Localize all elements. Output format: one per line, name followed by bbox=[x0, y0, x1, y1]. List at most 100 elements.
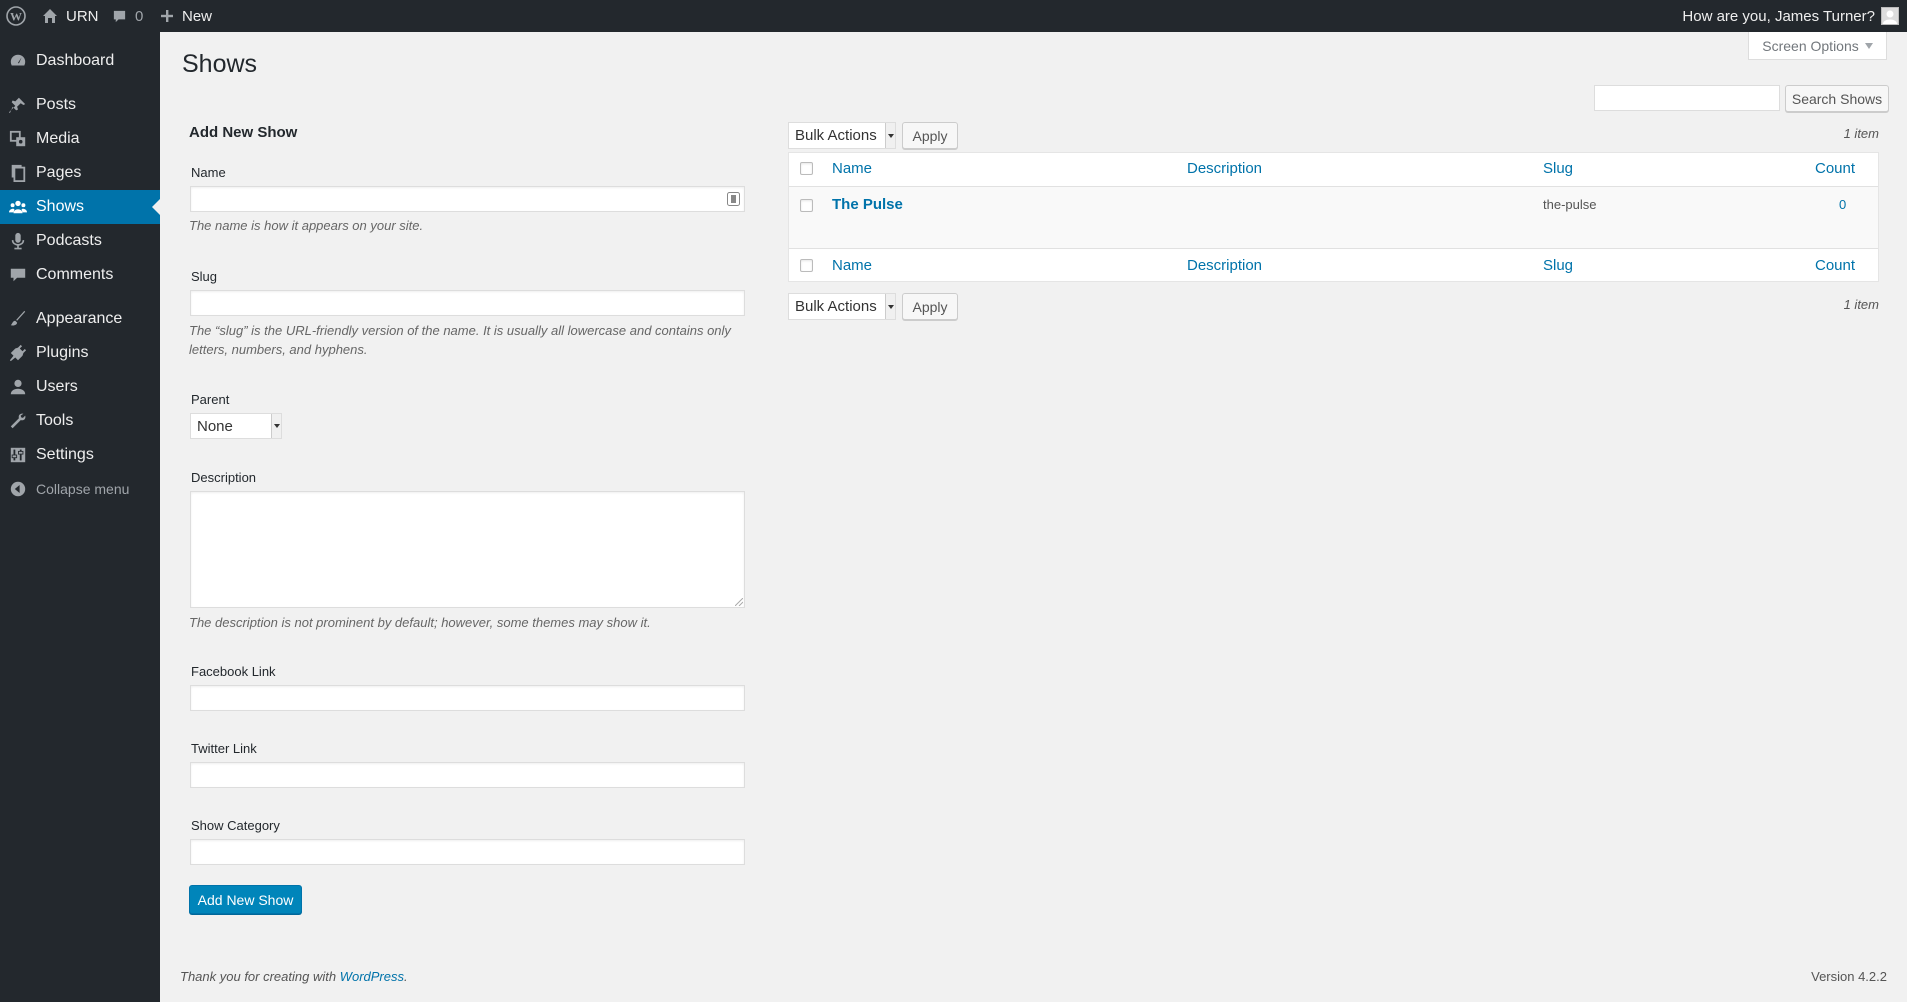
menu-item-tools[interactable]: Tools bbox=[0, 404, 160, 438]
menu-label: Shows bbox=[36, 198, 85, 215]
select-all-checkbox[interactable] bbox=[800, 162, 813, 175]
menu-label: Settings bbox=[36, 446, 94, 463]
table-header: Name Description Slug Count bbox=[789, 153, 1878, 187]
form-title: Add New Show bbox=[189, 124, 298, 141]
settings-icon bbox=[0, 446, 36, 464]
admin-menu: Dashboard Posts Media Pages Shows Podcas… bbox=[0, 32, 160, 1002]
comment-bubble-icon bbox=[112, 9, 127, 24]
bulk-actions-value: Bulk Actions bbox=[795, 298, 877, 315]
bulk-actions-select-bottom[interactable]: Bulk Actions bbox=[788, 293, 896, 320]
column-footer-name[interactable]: Name bbox=[832, 257, 872, 274]
menu-item-dashboard[interactable]: Dashboard bbox=[0, 44, 160, 78]
footer-thanks-suffix: . bbox=[404, 969, 408, 984]
pages-icon bbox=[0, 164, 36, 182]
name-input[interactable] bbox=[190, 186, 745, 212]
menu-label: Users bbox=[36, 378, 78, 395]
select-all-checkbox-bottom[interactable] bbox=[800, 259, 813, 272]
collapse-label: Collapse menu bbox=[36, 481, 130, 497]
show-category-input[interactable] bbox=[190, 839, 745, 865]
column-header-name[interactable]: Name bbox=[832, 160, 872, 177]
menu-label: Pages bbox=[36, 164, 82, 181]
plus-icon bbox=[160, 9, 174, 23]
brush-icon bbox=[0, 310, 36, 328]
menu-item-settings[interactable]: Settings bbox=[0, 438, 160, 472]
show-count-link[interactable]: 0 bbox=[1839, 197, 1846, 212]
menu-label: Dashboard bbox=[36, 52, 115, 69]
column-footer-description[interactable]: Description bbox=[1187, 257, 1262, 274]
footer-thanks-prefix: Thank you for creating with bbox=[180, 969, 340, 984]
twitter-link-input[interactable] bbox=[190, 762, 745, 788]
menu-item-plugins[interactable]: Plugins bbox=[0, 336, 160, 370]
user-icon bbox=[0, 378, 36, 396]
footer-thanks: Thank you for creating with WordPress. bbox=[180, 969, 408, 984]
menu-item-pages[interactable]: Pages bbox=[0, 156, 160, 190]
plugin-icon bbox=[0, 344, 36, 362]
account-greeting: How are you, James Turner? bbox=[1682, 7, 1875, 25]
my-account-link[interactable]: How are you, James Turner? bbox=[1682, 0, 1899, 32]
column-header-slug[interactable]: Slug bbox=[1543, 160, 1573, 177]
slug-label: Slug bbox=[191, 269, 218, 284]
screen-options-label: Screen Options bbox=[1762, 37, 1859, 54]
collapse-arrow-icon bbox=[0, 481, 36, 497]
table-footer: Name Description Slug Count bbox=[789, 248, 1878, 282]
slug-input[interactable] bbox=[190, 290, 745, 316]
bulk-actions-select-top[interactable]: Bulk Actions bbox=[788, 122, 896, 149]
microphone-icon bbox=[0, 232, 36, 250]
collapse-menu-button[interactable]: Collapse menu bbox=[0, 472, 160, 506]
new-label: New bbox=[182, 7, 213, 25]
column-footer-slug[interactable]: Slug bbox=[1543, 257, 1573, 274]
menu-item-posts[interactable]: Posts bbox=[0, 88, 160, 122]
slug-help-text: The “slug” is the URL-friendly version o… bbox=[189, 323, 731, 357]
menu-item-appearance[interactable]: Appearance bbox=[0, 302, 160, 336]
wordpress-logo-icon[interactable]: W bbox=[6, 0, 30, 32]
menu-item-users[interactable]: Users bbox=[0, 370, 160, 404]
add-new-show-button[interactable]: Add New Show bbox=[189, 885, 302, 914]
column-footer-count[interactable]: Count bbox=[1815, 257, 1855, 274]
parent-label: Parent bbox=[191, 392, 230, 407]
show-slug: the-pulse bbox=[1543, 197, 1597, 212]
menu-item-comments[interactable]: Comments bbox=[0, 258, 160, 292]
show-name-link[interactable]: The Pulse bbox=[832, 196, 903, 213]
select-arrow-icon bbox=[885, 294, 895, 319]
select-arrow-icon bbox=[271, 414, 281, 438]
site-name: URN bbox=[66, 7, 99, 25]
apply-button-top[interactable]: Apply bbox=[902, 122, 958, 149]
page-title: Shows bbox=[182, 50, 258, 78]
autofill-key-icon[interactable] bbox=[727, 192, 740, 206]
twitter-label: Twitter Link bbox=[191, 741, 257, 756]
comments-link[interactable]: 0 bbox=[112, 0, 143, 32]
menu-item-media[interactable]: Media bbox=[0, 122, 160, 156]
home-icon bbox=[42, 8, 58, 24]
column-header-description[interactable]: Description bbox=[1187, 160, 1262, 177]
resize-handle-icon[interactable] bbox=[735, 598, 743, 606]
facebook-label: Facebook Link bbox=[191, 664, 276, 679]
column-header-count[interactable]: Count bbox=[1815, 160, 1855, 177]
menu-label: Tools bbox=[36, 412, 74, 429]
site-name-link[interactable]: URN bbox=[42, 0, 99, 32]
new-content-link[interactable]: New bbox=[160, 0, 212, 32]
facebook-link-input[interactable] bbox=[190, 685, 745, 711]
menu-item-podcasts[interactable]: Podcasts bbox=[0, 224, 160, 258]
menu-label: Posts bbox=[36, 96, 77, 113]
search-shows-button[interactable]: Search Shows bbox=[1785, 85, 1889, 112]
items-count-bottom: 1 item bbox=[1843, 297, 1879, 312]
menu-label: Plugins bbox=[36, 344, 89, 361]
media-icon bbox=[0, 130, 36, 148]
menu-item-shows[interactable]: Shows bbox=[0, 190, 160, 224]
description-textarea[interactable] bbox=[190, 491, 745, 608]
items-count-top: 1 item bbox=[1843, 126, 1879, 141]
show-category-label: Show Category bbox=[191, 818, 280, 833]
apply-button-bottom[interactable]: Apply bbox=[902, 293, 958, 320]
name-help-text: The name is how it appears on your site. bbox=[189, 218, 424, 233]
menu-label: Media bbox=[36, 130, 80, 147]
row-checkbox[interactable] bbox=[800, 199, 813, 212]
parent-select[interactable]: None bbox=[190, 413, 282, 439]
wordpress-link[interactable]: WordPress bbox=[340, 969, 404, 984]
table-row: The Pulse the-pulse 0 bbox=[789, 187, 1878, 248]
shows-table: Name Description Slug Count The Pulse th… bbox=[788, 152, 1879, 282]
screen-options-button[interactable]: Screen Options bbox=[1748, 32, 1887, 60]
name-label: Name bbox=[191, 165, 226, 180]
search-input[interactable] bbox=[1594, 85, 1780, 111]
svg-text:W: W bbox=[10, 10, 22, 24]
parent-select-value: None bbox=[197, 417, 233, 435]
